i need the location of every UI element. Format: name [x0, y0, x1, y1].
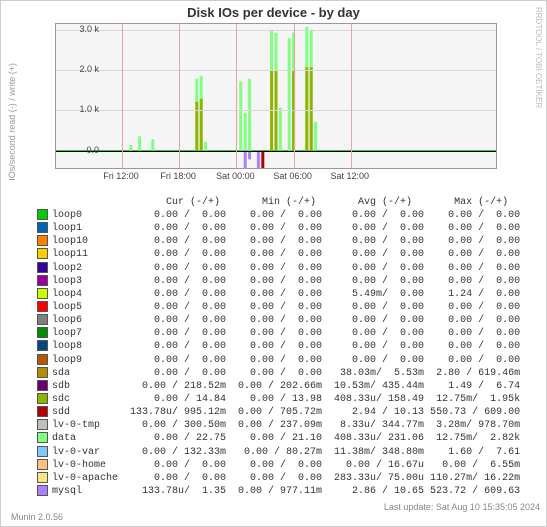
legend-row: loop2 0.00 / 0.00 0.00 / 0.00 0.00 / 0.0… — [37, 262, 520, 275]
legend-row: loop1 0.00 / 0.00 0.00 / 0.00 0.00 / 0.0… — [37, 222, 520, 235]
legend-swatch — [37, 275, 48, 286]
plot-area — [55, 23, 497, 169]
legend-row: loop5 0.00 / 0.00 0.00 / 0.00 0.00 / 0.0… — [37, 301, 520, 314]
legend-swatch — [37, 248, 48, 259]
legend-swatch — [37, 367, 48, 378]
legend-swatch — [37, 419, 48, 430]
legend-row: lv-0-home 0.00 / 0.00 0.00 / 0.00 0.00 /… — [37, 459, 520, 472]
legend-row: sdc 0.00 / 14.84 0.00 / 13.98 408.33u/ 1… — [37, 393, 520, 406]
legend-row: loop3 0.00 / 0.00 0.00 / 0.00 0.00 / 0.0… — [37, 275, 520, 288]
x-tick-label: Sat 06:00 — [273, 171, 312, 181]
legend-row: sda 0.00 / 0.00 0.00 / 0.00 38.03m/ 5.53… — [37, 367, 520, 380]
legend-row: loop8 0.00 / 0.00 0.00 / 0.00 0.00 / 0.0… — [37, 340, 520, 353]
legend-swatch — [37, 301, 48, 312]
legend-swatch — [37, 380, 48, 391]
legend-row: loop6 0.00 / 0.00 0.00 / 0.00 0.00 / 0.0… — [37, 314, 520, 327]
legend-swatch — [37, 327, 48, 338]
x-tick-label: Sat 12:00 — [331, 171, 370, 181]
legend-swatch — [37, 288, 48, 299]
chart-title: Disk IOs per device - by day — [1, 1, 546, 24]
legend-row: lv-0-apache 0.00 / 0.00 0.00 / 0.00 283.… — [37, 472, 520, 485]
last-update-text: Last update: Sat Aug 10 15:35:05 2024 — [384, 502, 540, 512]
chart-container: Disk IOs per device - by day IOs/second … — [0, 0, 547, 527]
y-tick-label: 0.0 — [86, 145, 99, 155]
legend-row: loop11 0.00 / 0.00 0.00 / 0.00 0.00 / 0.… — [37, 248, 520, 261]
legend-swatch — [37, 393, 48, 404]
legend-swatch — [37, 472, 48, 483]
legend-table: Cur (-/+) Min (-/+) Avg (-/+) Max (-/+)l… — [37, 197, 520, 498]
y-axis-label: IOs/second read (-) / write (+) — [7, 63, 17, 181]
legend-row: loop9 0.00 / 0.00 0.00 / 0.00 0.00 / 0.0… — [37, 354, 520, 367]
x-tick-label: Fri 12:00 — [103, 171, 139, 181]
legend-swatch — [37, 209, 48, 220]
y-tick-label: 3.0 k — [79, 24, 99, 34]
legend-row: sdd 133.78u/ 995.12m 0.00 / 705.72m 2.94… — [37, 406, 520, 419]
legend-swatch — [37, 354, 48, 365]
x-tick-label: Fri 18:00 — [160, 171, 196, 181]
legend-swatch — [37, 262, 48, 273]
legend-row: sdb 0.00 / 218.52m 0.00 / 202.66m 10.53m… — [37, 380, 520, 393]
legend-swatch — [37, 485, 48, 496]
legend-swatch — [37, 340, 48, 351]
legend-swatch — [37, 446, 48, 457]
legend-row: mysql 133.78u/ 1.35 0.00 / 977.11m 2.86 … — [37, 485, 520, 498]
legend-row: lv-0-var 0.00 / 132.33m 0.00 / 80.27m 11… — [37, 446, 520, 459]
legend-row: loop7 0.00 / 0.00 0.00 / 0.00 0.00 / 0.0… — [37, 327, 520, 340]
legend-row: data 0.00 / 22.75 0.00 / 21.10 408.33u/ … — [37, 432, 520, 445]
legend-swatch — [37, 432, 48, 443]
legend-row: loop4 0.00 / 0.00 0.00 / 0.00 5.49m/ 0.0… — [37, 288, 520, 301]
legend-row: lv-0-tmp 0.00 / 300.50m 0.00 / 237.09m 8… — [37, 419, 520, 432]
rrd-watermark: RRDTOOL / TOBI OETIKER — [534, 7, 543, 108]
legend-header: Cur (-/+) Min (-/+) Avg (-/+) Max (-/+) — [52, 197, 520, 209]
y-tick-label: 1.0 k — [79, 104, 99, 114]
munin-version: Munin 2.0.56 — [11, 512, 63, 522]
legend-swatch — [37, 222, 48, 233]
x-tick-label: Sat 00:00 — [216, 171, 255, 181]
footer: Last update: Sat Aug 10 15:35:05 2024 Mu… — [1, 502, 540, 522]
legend-row: loop10 0.00 / 0.00 0.00 / 0.00 0.00 / 0.… — [37, 235, 520, 248]
legend-swatch — [37, 314, 48, 325]
legend-swatch — [37, 235, 48, 246]
legend-swatch — [37, 406, 48, 417]
y-tick-label: 2.0 k — [79, 64, 99, 74]
legend-row: loop0 0.00 / 0.00 0.00 / 0.00 0.00 / 0.0… — [37, 209, 520, 222]
legend-swatch — [37, 459, 48, 470]
